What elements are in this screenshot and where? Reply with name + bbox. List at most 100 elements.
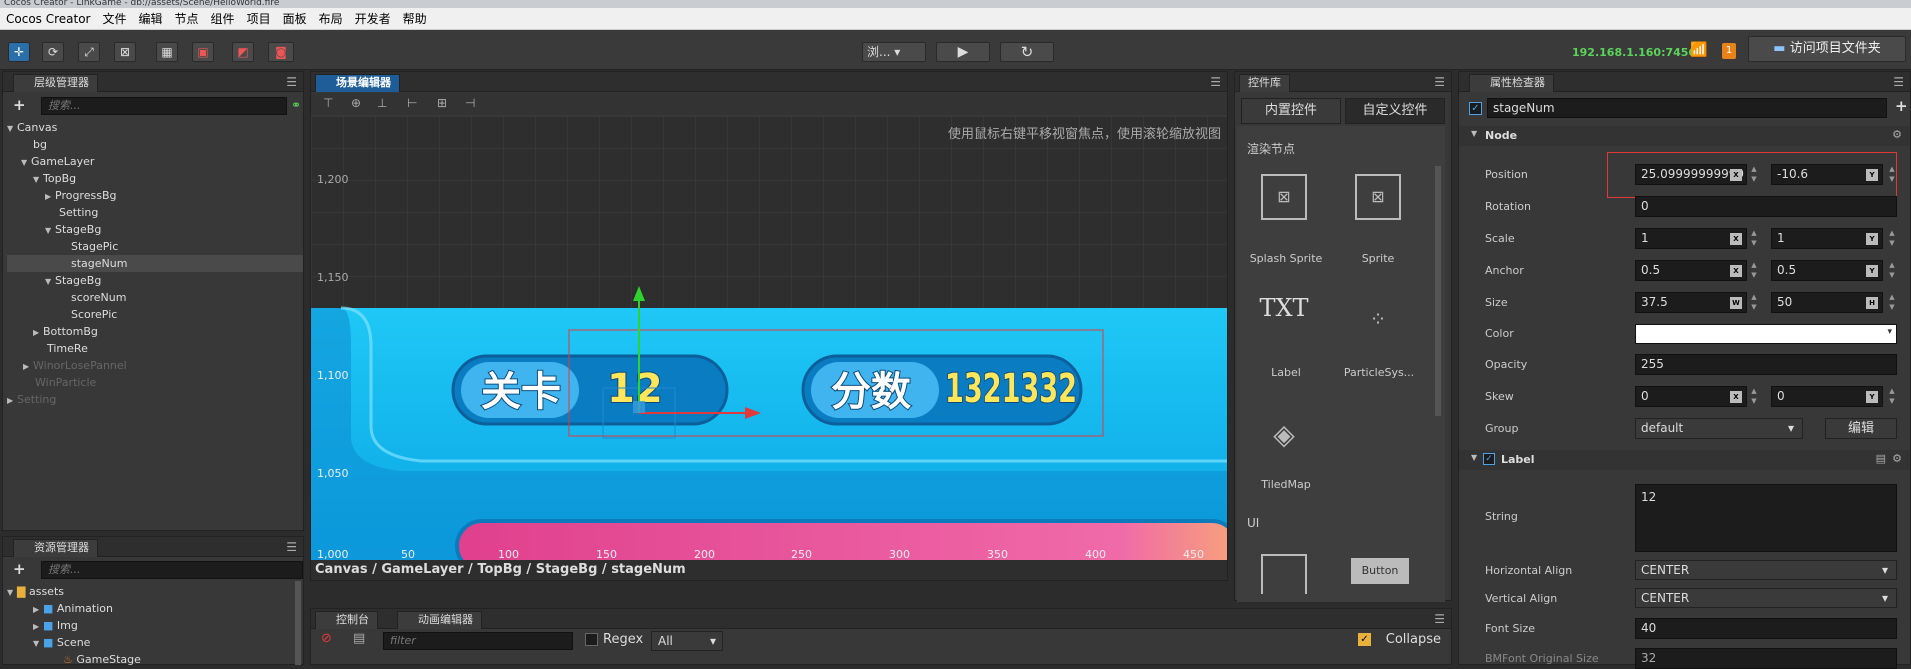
gear-icon[interactable]: ⚙ (1892, 452, 1902, 465)
tiledmap-icon[interactable]: ◈ (1261, 412, 1307, 458)
panel-menu-icon[interactable]: ☰ (1434, 612, 1445, 626)
font-size-input[interactable]: 40 (1635, 618, 1897, 639)
menu-component[interactable]: 组件 (205, 10, 241, 27)
tab-inspector[interactable]: 属性检查器 (1469, 74, 1554, 92)
pivot-local-icon[interactable]: ▦ (156, 42, 178, 62)
menu-project[interactable]: 项目 (241, 10, 277, 27)
stepper-icon[interactable]: ▲ ▼ (1749, 260, 1759, 281)
vertical-align-select[interactable]: CENTER ▾ (1635, 588, 1897, 608)
panel-menu-icon[interactable]: ☰ (1893, 75, 1904, 89)
add-component-icon[interactable]: + (1895, 97, 1908, 115)
clear-console-icon[interactable]: ⊘ (321, 631, 332, 646)
align-top-icon[interactable]: ⊤ (323, 96, 333, 110)
asset-item[interactable]: ▶ ■ Animation (7, 600, 297, 617)
scale-tool-icon[interactable]: ⤢ (78, 42, 100, 62)
label-enabled-checkbox[interactable]: ✓ (1483, 453, 1495, 465)
tab-scene-editor[interactable]: 场景编辑器 (315, 74, 400, 92)
stepper-icon[interactable]: ▲ ▼ (1887, 228, 1897, 249)
collapse-checkbox[interactable]: ✓ (1358, 633, 1371, 646)
move-tool-icon[interactable]: ✛ (8, 42, 30, 62)
assets-search-input[interactable]: 搜索... (41, 561, 303, 579)
tree-node[interactable]: ScorePic (7, 306, 303, 323)
anchor-y-input[interactable]: 0.5 Y (1771, 260, 1883, 281)
node-section-header[interactable]: ▼ Node ⚙ (1459, 126, 1910, 146)
tree-node[interactable]: Setting (7, 204, 303, 221)
bmfont-size-input[interactable]: 32 (1635, 648, 1897, 669)
asset-item[interactable]: ▶ ■ Img (7, 617, 297, 634)
align-bottom-icon[interactable]: ⊥ (377, 96, 387, 110)
tree-node[interactable]: StagePic (7, 238, 303, 255)
asset-item[interactable]: ♨ GameStage (7, 651, 297, 668)
tab-assets[interactable]: 资源管理器 (13, 539, 98, 557)
menu-developer[interactable]: 开发者 (349, 10, 397, 27)
tree-node[interactable]: ▼ Canvas (7, 119, 303, 136)
particle-system-icon[interactable]: ⁘ (1355, 296, 1401, 342)
skew-x-input[interactable]: 0X (1635, 386, 1747, 407)
log-level-select[interactable]: All ▾ (651, 631, 723, 651)
menu-panel[interactable]: 面板 (277, 10, 313, 27)
stepper-icon[interactable]: ▲ ▼ (1749, 228, 1759, 249)
string-textarea[interactable]: 12 (1635, 484, 1897, 552)
anchor-pivot-icon[interactable]: ◩ (232, 42, 254, 62)
menu-app[interactable]: Cocos Creator (0, 12, 97, 26)
tree-node[interactable]: ▼ StageBg (7, 221, 303, 238)
score-number-text[interactable]: 1321332 (944, 365, 1078, 413)
open-log-icon[interactable]: ▤ (353, 631, 365, 646)
stepper-icon[interactable]: ▲ ▼ (1887, 292, 1897, 313)
add-node-icon[interactable]: + (13, 96, 26, 114)
node-name-input[interactable]: stageNum (1487, 98, 1887, 118)
splash-sprite-icon[interactable]: ⊠ (1261, 174, 1307, 220)
align-right-icon[interactable]: ⊣ (465, 96, 475, 110)
tree-node[interactable]: bg (7, 136, 303, 153)
panel-menu-icon[interactable]: ☰ (286, 75, 297, 89)
tree-node[interactable]: ▼ TopBg (7, 170, 303, 187)
stepper-icon[interactable]: ▲ ▼ (1887, 386, 1897, 407)
tab-builtin-widgets[interactable]: 内置控件 (1241, 98, 1341, 124)
scene-viewport[interactable]: 关卡 12 分数 1321332 1,200 1,150 1,100 1,050… (311, 116, 1227, 560)
tree-node-selected[interactable]: stageNum (7, 255, 303, 272)
rotate-tool-icon[interactable]: ⟳ (42, 42, 64, 62)
asset-item[interactable]: ▼ ■ Scene (7, 634, 297, 651)
stepper-icon[interactable]: ▲ ▼ (1887, 260, 1897, 281)
node-active-checkbox[interactable]: ✓ (1469, 102, 1482, 115)
tree-node[interactable]: ▼ GameLayer (7, 153, 303, 170)
opacity-input[interactable]: 255 (1635, 354, 1897, 375)
size-w-input[interactable]: 37.5 W (1635, 292, 1747, 313)
tab-animation-editor[interactable]: 动画编辑器 (397, 611, 482, 629)
play-button[interactable]: ▶ (936, 42, 990, 62)
horizontal-align-select[interactable]: CENTER ▾ (1635, 560, 1897, 580)
open-project-folder-button[interactable]: ▬ 访问项目文件夹 (1748, 36, 1906, 62)
tab-widgets[interactable]: 控件库 (1239, 74, 1290, 92)
skew-y-input[interactable]: 0Y (1771, 386, 1883, 407)
group-select[interactable]: default ▾ (1635, 418, 1803, 439)
tree-node[interactable]: ▶ Setting (7, 391, 303, 408)
rotation-input[interactable]: 0 (1635, 196, 1897, 217)
tree-node[interactable]: TimeRe (7, 340, 303, 357)
menu-node[interactable]: 节点 (169, 10, 205, 27)
tab-hierarchy[interactable]: 层级管理器 (13, 74, 98, 92)
scrollbar[interactable] (1435, 166, 1441, 416)
scale-y-input[interactable]: 1Y (1771, 228, 1883, 249)
console-filter-input[interactable]: filter (383, 632, 573, 650)
edit-group-button[interactable]: 编辑 (1825, 418, 1897, 439)
button-widget-icon[interactable]: Button (1351, 558, 1409, 584)
menu-edit[interactable]: 编辑 (133, 10, 169, 27)
tree-node[interactable]: ▶ WinorLosePannel (7, 357, 303, 374)
stepper-icon[interactable]: ▲ ▼ (1749, 386, 1759, 407)
color-picker[interactable]: ▾ (1635, 324, 1897, 344)
tab-console[interactable]: 控制台 (315, 611, 378, 629)
rect-tool-icon[interactable]: ⊠ (114, 42, 136, 62)
size-h-input[interactable]: 50 H (1771, 292, 1883, 313)
menu-layout[interactable]: 布局 (313, 10, 349, 27)
sprite-icon[interactable]: ⊠ (1355, 174, 1401, 220)
panel-menu-icon[interactable]: ☰ (1434, 75, 1445, 89)
notification-badge[interactable]: 1 (1722, 43, 1736, 59)
asset-item[interactable]: ▼ ▇ assets (7, 583, 297, 600)
menu-file[interactable]: 文件 (97, 10, 133, 27)
stepper-icon[interactable]: ▲ ▼ (1749, 292, 1759, 313)
book-icon[interactable]: ▤ (1876, 452, 1886, 465)
panel-menu-icon[interactable]: ☰ (286, 540, 297, 554)
scale-x-input[interactable]: 1X (1635, 228, 1747, 249)
scrollbar[interactable] (295, 581, 301, 665)
regex-checkbox[interactable] (585, 633, 598, 646)
